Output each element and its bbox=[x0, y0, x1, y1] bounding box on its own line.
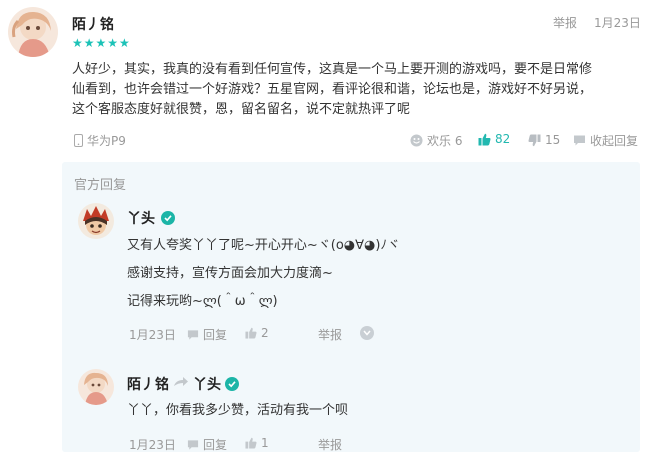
sub-reply-header: 陌丿铭 丫头 bbox=[127, 374, 239, 394]
comment-line-1: 人好少，其实，我真的没有看到任何宣传，这真是一个马上要开测的游戏吗，要不是日常修 bbox=[72, 62, 593, 77]
device-name: 华为P9 bbox=[87, 134, 126, 148]
collapse-reply-button[interactable]: 收起回复 bbox=[573, 132, 638, 149]
official-username-row: 丫头 bbox=[127, 208, 175, 228]
sub-like-button[interactable]: 1 bbox=[245, 436, 269, 450]
official-username[interactable]: 丫头 bbox=[127, 208, 155, 228]
thumbs-up-icon bbox=[245, 327, 257, 339]
sub-reply-to-user[interactable]: 丫头 bbox=[193, 374, 221, 394]
phone-icon bbox=[74, 134, 83, 147]
sub-reply-button[interactable]: 回复 bbox=[187, 436, 227, 453]
official-reply-button[interactable]: 回复 bbox=[187, 326, 227, 343]
comment-date: 1月23日 bbox=[594, 16, 641, 30]
avatar-sub-reply-user[interactable] bbox=[78, 369, 114, 405]
like-count: 82 bbox=[495, 132, 511, 146]
official-like-count: 2 bbox=[261, 326, 269, 340]
avatar-main-user[interactable] bbox=[8, 7, 58, 57]
comment-line-2: 仙看到，也许会错过一个好游戏？五星官网，看评论很和谐，论坛也是，游戏好不好另说， bbox=[72, 82, 593, 97]
smile-icon bbox=[410, 134, 423, 147]
sub-report-link[interactable]: 举报 bbox=[318, 436, 342, 453]
sub-like-count: 1 bbox=[261, 436, 269, 450]
chat-bubble-icon bbox=[187, 439, 199, 451]
happy-button[interactable]: 欢乐 6 bbox=[410, 132, 462, 149]
official-reply-line-3: 记得来玩哟~ლ(＾ω＾ლ) bbox=[127, 294, 278, 309]
dislike-button[interactable]: 15 bbox=[528, 133, 560, 147]
official-reply-line-1: 又有人夸奖丫丫了呢~开心开心~ヾ(o◕∀◕)ﾉヾ bbox=[127, 238, 400, 253]
thumbs-up-icon bbox=[245, 437, 257, 449]
chevron-down-icon[interactable] bbox=[360, 326, 374, 340]
official-report-link[interactable]: 举报 bbox=[318, 326, 342, 343]
chat-bubble-icon bbox=[573, 134, 586, 147]
like-button[interactable]: 82 bbox=[478, 132, 510, 146]
device-label: 华为P9 bbox=[74, 132, 126, 149]
sub-reply-date: 1月23日 bbox=[129, 438, 176, 452]
official-reply-date: 1月23日 bbox=[129, 328, 176, 342]
collapse-reply-label: 收起回复 bbox=[590, 134, 639, 148]
comment-body: 人好少，其实，我真的没有看到任何宣传，这真是一个马上要开测的游戏吗，要不是日常修… bbox=[72, 60, 642, 120]
rating-stars: ★★★★★ bbox=[72, 36, 131, 50]
sub-reply-from-user[interactable]: 陌丿铭 bbox=[127, 374, 169, 394]
avatar-official[interactable] bbox=[78, 203, 114, 239]
official-reply-label: 回复 bbox=[203, 328, 228, 342]
comment-line-3: 这个客服态度好就很赞，恩，留名留名，说不定就热评了呢 bbox=[72, 102, 411, 117]
official-like-button[interactable]: 2 bbox=[245, 326, 269, 340]
official-reply-body: 又有人夸奖丫丫了呢~开心开心~ヾ(o◕∀◕)ﾉヾ 感谢支持，宣传方面会加大力度滴… bbox=[127, 232, 627, 316]
sub-reply-label: 回复 bbox=[203, 438, 228, 452]
official-reply-title: 官方回复 bbox=[74, 178, 127, 193]
report-link[interactable]: 举报 bbox=[553, 14, 577, 31]
dislike-count: 15 bbox=[545, 133, 561, 147]
verified-check-icon bbox=[161, 211, 175, 225]
reply-arrow-icon bbox=[173, 376, 189, 392]
thumbs-up-icon bbox=[478, 133, 491, 146]
main-username[interactable]: 陌丿铭 bbox=[72, 14, 114, 34]
sub-reply-text: 丫丫，你看我多少赞，活动有我一个呗 bbox=[127, 403, 349, 418]
verified-check-icon bbox=[225, 377, 239, 391]
happy-count: 欢乐 6 bbox=[427, 134, 463, 148]
chat-bubble-icon bbox=[187, 329, 199, 341]
thumbs-down-icon bbox=[528, 134, 541, 147]
official-reply-line-2: 感谢支持，宣传方面会加大力度滴~ bbox=[127, 266, 333, 281]
